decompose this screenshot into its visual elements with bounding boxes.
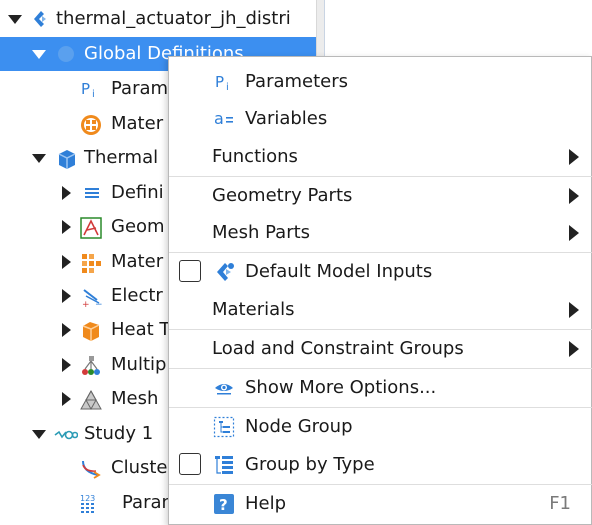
tree-item-label: Geom	[111, 216, 165, 237]
svg-text:P: P	[81, 80, 90, 98]
expand-arrow[interactable]	[58, 348, 74, 382]
materials-grid-icon	[80, 252, 101, 273]
menu-item-label: Group by Type	[245, 454, 375, 475]
geometry-icon	[80, 217, 102, 239]
expand-arrow[interactable]	[58, 279, 74, 313]
menu-item-show-more-options[interactable]: Show More Options...	[169, 368, 592, 406]
collapse-arrow[interactable]	[30, 37, 46, 71]
menu-item-label: Show More Options...	[245, 377, 437, 398]
tree-item-label: Param	[111, 78, 169, 99]
tree-item-label: Study 1	[84, 423, 154, 444]
menu-item-label: Functions	[212, 146, 298, 167]
submenu-arrow-icon	[569, 149, 579, 165]
submenu-arrow-icon	[569, 188, 579, 204]
heat-transfer-icon	[80, 320, 100, 341]
menu-item-label: Variables	[245, 108, 328, 129]
submenu-arrow-icon	[569, 225, 579, 241]
component-cube-icon	[56, 148, 76, 169]
menu-item-label: Geometry Parts	[212, 185, 353, 206]
context-menu: Pi Parameters a Variables Functions Geom…	[168, 56, 592, 525]
tree-item-label: Defini	[111, 182, 164, 203]
menu-item-functions[interactable]: Functions	[169, 137, 592, 175]
menu-item-label: Default Model Inputs	[245, 261, 433, 282]
menu-item-variables[interactable]: a Variables	[169, 99, 592, 137]
menu-item-label: Node Group	[245, 416, 353, 437]
tree-item-label: Mater	[111, 251, 164, 272]
globe-icon	[56, 44, 76, 64]
menu-item-node-group[interactable]: Node Group	[169, 407, 592, 445]
expand-arrow[interactable]	[58, 176, 74, 210]
help-shortcut: F1	[549, 493, 571, 514]
eye-icon	[213, 377, 235, 399]
expand-arrow[interactable]	[58, 382, 74, 416]
menu-item-load-and-constraint-groups[interactable]: Load and Constraint Groups	[169, 329, 592, 367]
model-inputs-icon	[213, 261, 235, 283]
svg-text:i: i	[226, 82, 229, 93]
tree-item-label: Paran	[122, 492, 173, 513]
svg-text:−: −	[95, 300, 102, 308]
expand-arrow[interactable]	[58, 245, 74, 279]
svg-text:?: ?	[219, 496, 228, 514]
tree-root[interactable]: thermal_actuator_jh_distri	[0, 2, 316, 36]
submenu-arrow-icon	[569, 341, 579, 357]
mesh-icon	[80, 389, 102, 411]
menu-item-default-model-inputs[interactable]: Default Model Inputs	[169, 252, 592, 290]
menu-item-parameters[interactable]: Pi Parameters	[169, 62, 592, 100]
parametric-sweep-icon: 123	[80, 493, 100, 513]
collapse-arrow[interactable]	[6, 2, 22, 36]
menu-item-label: Materials	[212, 299, 295, 320]
parameters-icon: Pi	[80, 79, 100, 100]
tree-item-label: Cluste	[111, 457, 168, 478]
group-by-type-checkbox[interactable]	[179, 453, 201, 475]
study-icon	[54, 424, 79, 444]
cluster-icon	[80, 458, 101, 479]
tree-item-label: Multip	[111, 354, 167, 375]
expand-arrow[interactable]	[58, 313, 74, 347]
svg-text:i: i	[92, 89, 95, 99]
svg-text:+: +	[82, 300, 90, 308]
tree-root-label: thermal_actuator_jh_distri	[56, 8, 291, 29]
variables-icon: a	[213, 108, 235, 130]
node-group-icon	[213, 416, 235, 438]
definitions-icon	[82, 183, 102, 203]
tree-item-label: Mesh	[111, 388, 159, 409]
default-model-inputs-checkbox[interactable]	[179, 260, 201, 282]
tree-item-label: Electr	[111, 285, 163, 306]
materials-icon	[80, 114, 101, 135]
svg-text:P: P	[215, 73, 224, 91]
svg-text:a: a	[214, 109, 224, 128]
expand-arrow[interactable]	[58, 210, 74, 244]
menu-item-label: Parameters	[245, 71, 349, 92]
group-by-type-icon	[213, 454, 235, 476]
collapse-arrow[interactable]	[30, 417, 46, 451]
menu-item-mesh-parts[interactable]: Mesh Parts	[169, 213, 592, 251]
menu-item-geometry-parts[interactable]: Geometry Parts	[169, 176, 592, 214]
parameters-icon: Pi	[213, 71, 235, 93]
menu-item-label: Mesh Parts	[212, 222, 311, 243]
menu-item-materials[interactable]: Materials	[169, 290, 592, 328]
menu-item-label: Help	[245, 493, 287, 514]
submenu-arrow-icon	[569, 302, 579, 318]
svg-text:123: 123	[80, 494, 95, 503]
menu-item-group-by-type[interactable]: Group by Type	[169, 445, 592, 483]
tree-item-label: Thermal	[84, 147, 159, 168]
multiphysics-icon	[80, 355, 100, 375]
electric-currents-icon: + −	[80, 286, 103, 310]
help-icon: ?	[213, 493, 235, 515]
collapse-arrow[interactable]	[30, 141, 46, 175]
menu-item-help[interactable]: ? Help F1	[169, 484, 592, 522]
model-icon	[30, 9, 50, 29]
tree-item-label: Heat T	[111, 319, 171, 340]
tree-item-label: Mater	[111, 113, 164, 134]
menu-item-label: Load and Constraint Groups	[212, 338, 464, 359]
